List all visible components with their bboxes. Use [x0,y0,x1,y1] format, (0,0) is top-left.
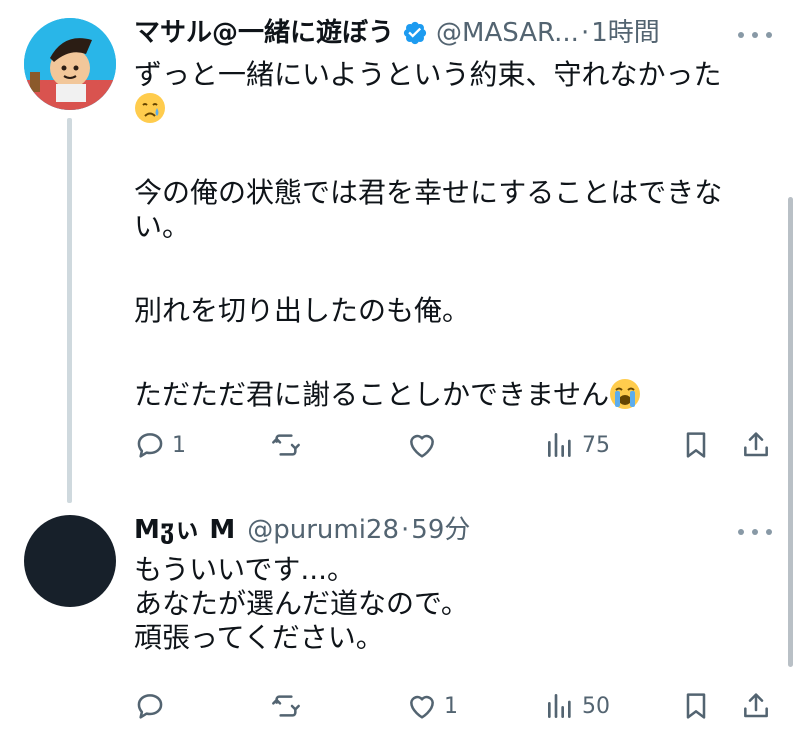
views-button[interactable]: 50 [544,686,610,726]
display-name[interactable]: Mჳぃ M [134,513,235,547]
view-count: 50 [582,693,610,719]
scrollbar[interactable] [788,197,793,667]
display-name[interactable]: マサル@一緒に遊ぼう [134,16,394,50]
share-icon [744,432,768,457]
views-button[interactable]: 75 [544,425,610,465]
heart-icon [410,434,434,458]
tweet-paragraph: 今の俺の状態では君を幸せにすることはできない。 [134,176,723,243]
tweet-main[interactable]: マサル@一緒に遊ぼう @MASAR... · 1時間 ずっと一緒にいようという約… [0,0,800,503]
crying-face-emoji [135,93,165,123]
avatar[interactable] [24,18,116,110]
heart-icon [410,695,434,719]
like-button[interactable] [406,425,444,465]
separator-dot: · [401,515,410,545]
crying-face-emoji-line [134,92,764,126]
tweet-header: マサル@一緒に遊ぼう @MASAR... · 1時間 [134,16,660,50]
view-count: 75 [582,432,610,458]
separator-dot: · [580,18,590,48]
reply-button[interactable] [134,686,172,726]
retweet-icon [272,695,300,717]
tweet-actions: 1 50 [134,686,774,726]
tweet-paragraph-last: ただただ君に謝ることしかできません [134,378,764,412]
bookmark-button[interactable] [680,425,712,465]
avatar-cartoon-icon [24,18,116,110]
tweet-text: もういいです...。 あなたが選んだ道なので。 頑張ってください。 [134,553,764,655]
tweet-line: 頑張ってください。 [134,621,384,654]
bookmark-icon [686,693,706,719]
avatar[interactable] [24,515,116,607]
more-options-icon[interactable] [738,30,772,40]
loudly-crying-face-emoji [610,379,641,409]
tweet-line: あなたが選んだ道なので。 [134,587,469,620]
tweet-line: もういいです...。 [134,553,356,586]
handle[interactable]: @purumi28 [247,513,399,547]
bookmark-icon [686,432,706,458]
like-button[interactable]: 1 [406,686,458,726]
retweet-button[interactable] [270,425,308,465]
retweet-button[interactable] [270,686,308,726]
bookmark-button[interactable] [680,686,712,726]
handle[interactable]: @MASAR... [436,16,579,50]
reply-icon [137,433,163,458]
retweet-icon [272,434,300,456]
thread-connector-line [67,118,72,503]
tweet-paragraph: ずっと一緒にいようという約束、守れなかった [134,58,722,91]
share-icon [744,693,768,718]
reply-button[interactable]: 1 [134,425,186,465]
analytics-bars-icon [548,433,571,457]
analytics-bars-icon [548,694,571,718]
tweet-header: Mჳぃ M @purumi28 · 59分 [134,513,470,547]
reply-count: 1 [172,432,186,458]
share-button[interactable] [740,425,772,465]
verified-badge-icon[interactable] [402,20,428,46]
tweet-text: ずっと一緒にいようという約束、守れなかった 今の俺の状態では君を幸せにすることは… [134,58,764,412]
tweet-paragraph: 別れを切り出したのも俺。 [134,294,471,327]
tweet-reply[interactable]: Mჳぃ M @purumi28 · 59分 もういいです...。 あなたが選んだ… [0,505,800,732]
like-count: 1 [444,693,458,719]
timestamp[interactable]: 59分 [411,513,470,547]
tweet-actions: 1 75 [134,425,774,465]
timestamp[interactable]: 1時間 [591,16,660,50]
more-options-icon[interactable] [738,527,772,537]
reply-icon [137,694,163,719]
share-button[interactable] [740,686,772,726]
